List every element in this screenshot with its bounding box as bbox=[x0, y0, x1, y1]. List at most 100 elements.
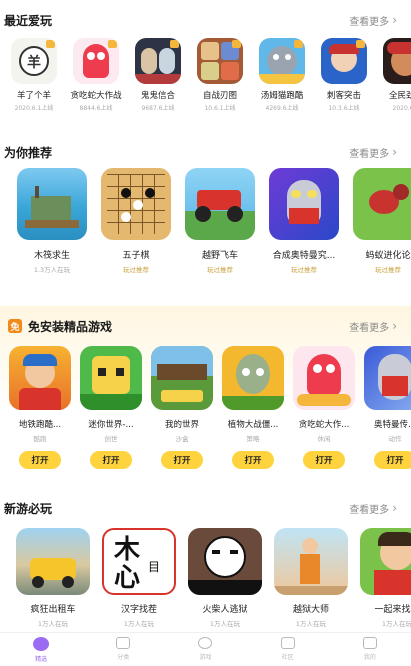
free-install-title: 免安装精品游戏 bbox=[28, 319, 113, 334]
recommend-game-card[interactable]: 五子棋 玩过推荐 bbox=[100, 168, 172, 278]
snake-game-icon bbox=[293, 346, 355, 410]
recommend-game-card[interactable]: 蚂蚁进化论 玩过推荐 bbox=[352, 168, 411, 278]
free-badge-icon: 免 bbox=[8, 319, 22, 333]
free-game-card[interactable]: 植物大战僵... 策略 打开 bbox=[221, 346, 285, 476]
recommend-game-card[interactable]: 合成奥特曼究... 玩过推荐 bbox=[268, 168, 340, 278]
game-sub: 1万人在玩 bbox=[209, 620, 241, 628]
game-sub: 1.3万人在玩 bbox=[33, 266, 71, 274]
free-game-card[interactable]: 贪吃蛇大作... 休闲 打开 bbox=[292, 346, 356, 476]
recent-game-card[interactable]: 羊 羊了个羊 2020.6.1上线 bbox=[4, 38, 64, 118]
new-game-card[interactable]: 木心 目 汉字找茬 1万人在玩 bbox=[102, 528, 176, 628]
recent-section-header: 最近爱玩 查看更多 › bbox=[0, 8, 411, 32]
ultraman-icon bbox=[269, 168, 339, 240]
recent-game-card[interactable]: 全民劲舞 2020.6上 bbox=[376, 38, 411, 118]
recent-title: 最近爱玩 bbox=[4, 13, 53, 28]
game-sub: 10.6.1上线 bbox=[204, 105, 236, 112]
profile-icon bbox=[362, 637, 377, 649]
taxi-game-icon bbox=[16, 528, 90, 595]
chevron-right-icon: › bbox=[392, 13, 397, 27]
battle-game-icon bbox=[197, 38, 243, 84]
free-game-card[interactable]: 迷你世界-... 创世 打开 bbox=[79, 346, 143, 476]
recommend-game-card[interactable]: 越野飞车 玩过推荐 bbox=[184, 168, 256, 278]
free-install-list: 地铁跑酷... 酷跑 打开 迷你世界-... 创世 打开 我的世界 沙盒 打开 bbox=[0, 346, 411, 476]
new-game-card[interactable]: 一起来找茬 1万人在玩 bbox=[360, 528, 411, 628]
nav-item-category[interactable]: 分类 bbox=[93, 637, 153, 661]
game-sub: 2020.6上 bbox=[392, 105, 411, 112]
game-name: 刺客突击 bbox=[326, 91, 361, 101]
game-sub: 休闲 bbox=[317, 435, 331, 443]
ant-game-icon bbox=[353, 168, 411, 240]
game-name: 羊了个羊 bbox=[16, 91, 51, 101]
free-game-card[interactable]: 我的世界 沙盒 打开 bbox=[150, 346, 214, 476]
free-install-section: 免 免安装精品游戏 查看更多 › 地铁跑酷... 酷跑 打开 迷你世界-... 创… bbox=[0, 306, 411, 478]
recent-game-card[interactable]: 汤姆猫跑酷 4269.6上线 bbox=[252, 38, 312, 118]
recommend-list: 木筏求生 1.3万人在玩 五子棋 玩过推荐 越野飞车 玩过推荐 合成奥特曼究..… bbox=[0, 168, 411, 278]
recent-game-card[interactable]: 刺客突击 10.3.6上线 bbox=[314, 38, 374, 118]
game-name: 地铁跑酷... bbox=[18, 420, 62, 430]
nav-item-community[interactable]: 社区 bbox=[258, 637, 318, 661]
game-name: 疯狂出租车 bbox=[30, 605, 76, 615]
game-name: 全民劲舞 bbox=[388, 91, 411, 101]
recent-more-link[interactable]: 查看更多 › bbox=[349, 13, 397, 28]
new-game-card[interactable]: 火柴人逃狱 1万人在玩 bbox=[188, 528, 262, 628]
game-name: 火柴人逃狱 bbox=[202, 605, 248, 615]
free-install-title-group: 免 免安装精品游戏 bbox=[8, 318, 112, 335]
open-button[interactable]: 打开 bbox=[232, 451, 274, 469]
snake-game-icon bbox=[73, 38, 119, 84]
nav-item-profile[interactable]: 我的 bbox=[340, 637, 400, 661]
game-sub: 玩过推荐 bbox=[375, 266, 401, 274]
free-install-more-link[interactable]: 查看更多 › bbox=[349, 319, 397, 334]
stickman-icon bbox=[188, 528, 262, 595]
new-games-list: 疯狂出租车 1万人在玩 木心 目 汉字找茬 1万人在玩 火柴人逃狱 1万人在玩 … bbox=[0, 528, 411, 628]
open-button[interactable]: 打开 bbox=[19, 451, 61, 469]
nav-label: 社区 bbox=[281, 654, 294, 661]
recommend-game-card[interactable]: 木筏求生 1.3万人在玩 bbox=[16, 168, 88, 278]
game-name: 越野飞车 bbox=[201, 251, 238, 261]
game-sub: 玩过推荐 bbox=[207, 266, 233, 274]
game-sub: 玩过推荐 bbox=[291, 266, 317, 274]
game-sub: 1万人在玩 bbox=[381, 620, 411, 628]
game-sub: 策略 bbox=[246, 435, 260, 443]
game-sub: 10.3.6上线 bbox=[328, 105, 360, 112]
new-games-more-link[interactable]: 查看更多 › bbox=[349, 501, 397, 516]
recent-list: 羊 羊了个羊 2020.6.1上线 贪吃蛇大作战 8844.6上线 鬼鬼信合 9… bbox=[0, 38, 411, 118]
recent-game-card[interactable]: 鬼鬼信合 9687.6上线 bbox=[128, 38, 188, 118]
tom-cat-icon bbox=[259, 38, 305, 84]
find-difference-icon bbox=[360, 528, 411, 595]
bottom-nav: 精选 分类 游戏 社区 我的 bbox=[0, 632, 411, 666]
open-button[interactable]: 打开 bbox=[90, 451, 132, 469]
game-sub: 1万人在玩 bbox=[295, 620, 327, 628]
recommend-section-header: 为你推荐 查看更多 › bbox=[0, 140, 411, 164]
recent-game-card[interactable]: 自战刃图 10.6.1上线 bbox=[190, 38, 250, 118]
free-game-card[interactable]: 地铁跑酷... 酷跑 打开 bbox=[8, 346, 72, 476]
game-name: 汉字找茬 bbox=[120, 605, 157, 615]
nav-label: 我的 bbox=[363, 654, 376, 661]
hanzi-game-icon: 木心 目 bbox=[102, 528, 176, 595]
ultraman-icon bbox=[364, 346, 411, 410]
nav-item-games[interactable]: 游戏 bbox=[175, 637, 235, 661]
game-name: 越狱大师 bbox=[292, 605, 329, 615]
new-game-card[interactable]: 疯狂出租车 1万人在玩 bbox=[16, 528, 90, 628]
game-sub: 4269.6上线 bbox=[265, 105, 299, 112]
community-icon bbox=[280, 637, 295, 649]
nav-item-featured[interactable]: 精选 bbox=[11, 637, 71, 663]
game-name: 一起来找茬 bbox=[374, 605, 411, 615]
game-sub: 1万人在玩 bbox=[37, 620, 69, 628]
open-button[interactable]: 打开 bbox=[303, 451, 345, 469]
ghost-game-icon bbox=[135, 38, 181, 84]
offroad-car-icon bbox=[185, 168, 255, 240]
game-name: 合成奥特曼究... bbox=[272, 251, 336, 261]
chevron-right-icon: › bbox=[392, 145, 397, 159]
game-name: 迷你世界-... bbox=[88, 420, 134, 430]
recommend-more-link[interactable]: 查看更多 › bbox=[349, 145, 397, 160]
new-game-card[interactable]: 越狱大师 1万人在玩 bbox=[274, 528, 348, 628]
game-sub: 8844.6上线 bbox=[79, 105, 113, 112]
free-game-card[interactable]: 奥特曼传... 动作 打开 bbox=[363, 346, 411, 476]
nav-label: 分类 bbox=[117, 654, 130, 661]
open-button[interactable]: 打开 bbox=[374, 451, 411, 469]
recent-game-card[interactable]: 贪吃蛇大作战 8844.6上线 bbox=[66, 38, 126, 118]
gamepad-icon bbox=[198, 637, 213, 649]
recommend-title: 为你推荐 bbox=[4, 145, 53, 160]
gomoku-game-icon bbox=[101, 168, 171, 240]
open-button[interactable]: 打开 bbox=[161, 451, 203, 469]
